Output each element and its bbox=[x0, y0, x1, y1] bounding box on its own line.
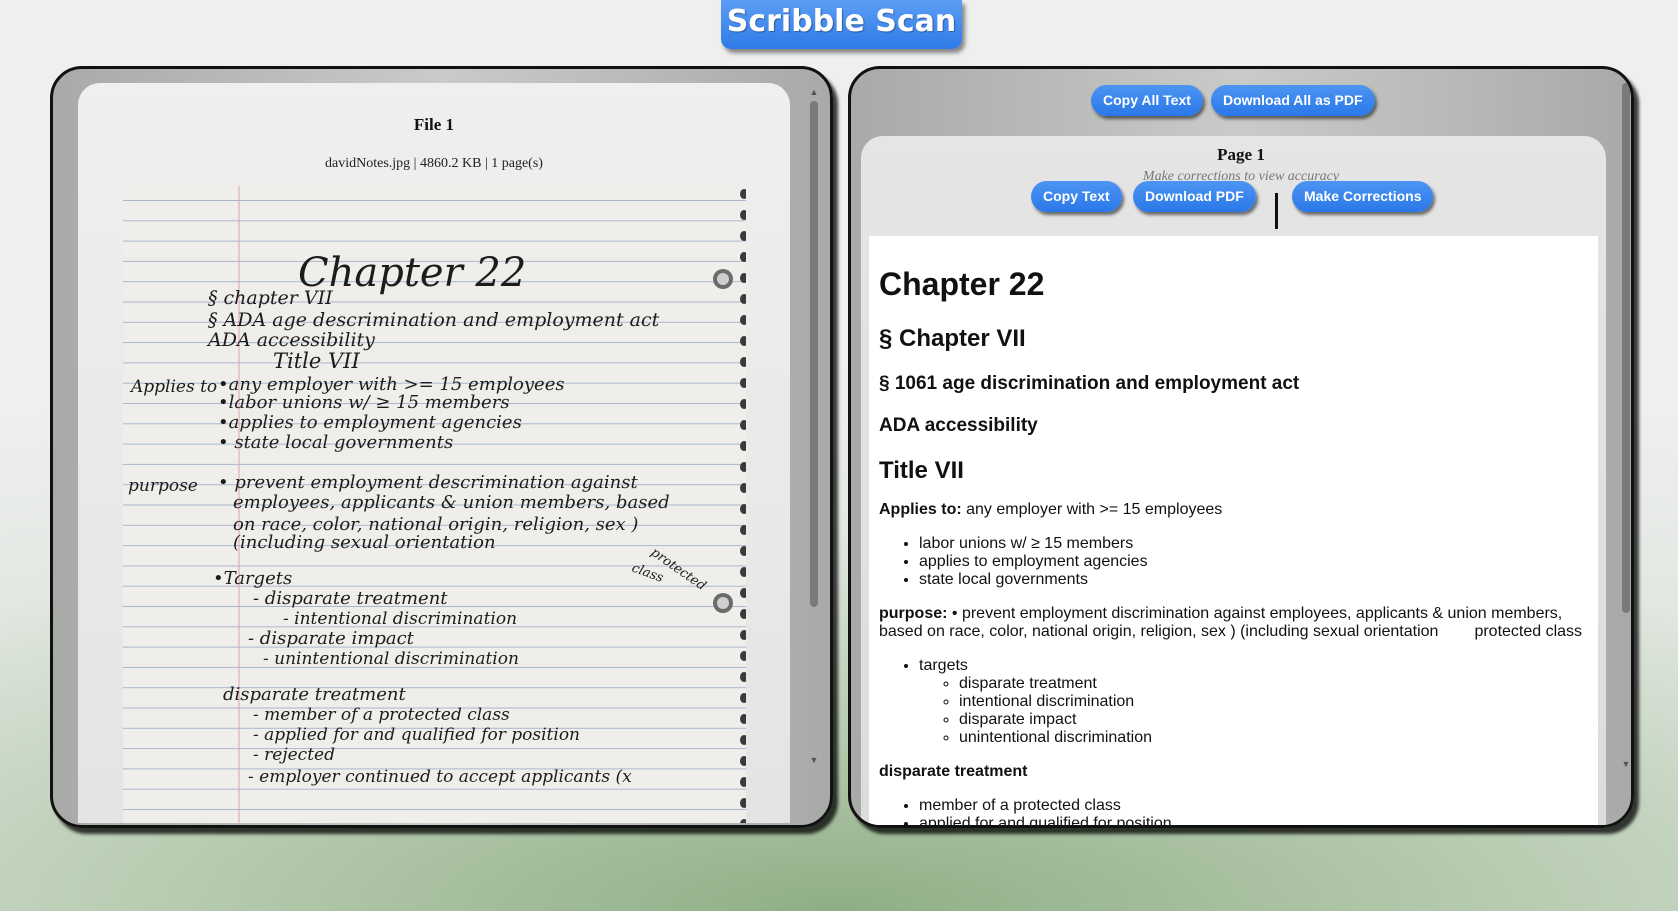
doc-heading-chapter-vii: § Chapter VII bbox=[879, 325, 1026, 352]
handwriting-line: employees, applicants & union members, b… bbox=[233, 492, 670, 513]
handwriting-line: • state local governments bbox=[218, 432, 453, 453]
file-scrollbar[interactable]: ▲ ▼ bbox=[808, 87, 820, 825]
file-meta: davidNotes.jpg | 4860.2 KB | 1 page(s) bbox=[325, 156, 543, 171]
doc-dt-heading-text: disparate treatment bbox=[879, 763, 1028, 780]
handwriting-line: § chapter VII bbox=[208, 287, 333, 309]
doc-targets-label: targets bbox=[919, 657, 968, 674]
output-scroll-thumb[interactable] bbox=[1622, 83, 1630, 613]
doc-purpose-label: purpose: bbox=[879, 605, 948, 622]
doc-purpose-text: • prevent employment discrimination agai… bbox=[879, 605, 1563, 640]
scroll-up-arrow-icon[interactable]: ▲ bbox=[808, 87, 820, 97]
doc-applies-list: labor unions w/ ≥ 15 members applies to … bbox=[919, 535, 1588, 589]
file-preview-panel: File 1 davidNotes.jpg | 4860.2 KB | 1 pa… bbox=[50, 66, 833, 828]
download-all-pdf-button[interactable]: Download All as PDF bbox=[1211, 85, 1375, 116]
list-item: unintentional discrimination bbox=[959, 729, 1588, 747]
file-card: File 1 davidNotes.jpg | 4860.2 KB | 1 pa… bbox=[78, 83, 790, 823]
handwriting-line: - intentional discrimination bbox=[283, 609, 517, 629]
make-corrections-button[interactable]: Make Corrections bbox=[1292, 181, 1434, 212]
handwriting-line: - unintentional discrimination bbox=[263, 649, 519, 669]
doc-targets-sublist: disparate treatment intentional discrimi… bbox=[959, 675, 1588, 747]
download-pdf-button[interactable]: Download PDF bbox=[1133, 181, 1256, 212]
doc-purpose-tail: protected class bbox=[1474, 623, 1583, 640]
notes-image: Chapter 22 § chapter VII § ADA age descri… bbox=[123, 186, 746, 823]
page-title: Page 1 bbox=[1217, 145, 1265, 164]
list-item: state local governments bbox=[919, 571, 1588, 589]
list-item: member of a protected class bbox=[919, 797, 1588, 815]
ocr-text-output[interactable]: Chapter 22 § Chapter VII § 1061 age disc… bbox=[869, 236, 1598, 825]
handwriting-line: •applies to employment agencies bbox=[218, 412, 522, 433]
handwriting-line: (including sexual orientation bbox=[233, 532, 496, 553]
doc-heading-1061: § 1061 age discrimination and employment… bbox=[879, 373, 1300, 394]
doc-heading-title-vii: Title VII bbox=[879, 457, 964, 484]
file-title: File 1 bbox=[413, 115, 455, 134]
copy-text-button[interactable]: Copy Text bbox=[1031, 181, 1122, 212]
list-item: targets disparate treatment intentional … bbox=[919, 657, 1588, 747]
handwriting-line: - rejected bbox=[253, 745, 335, 765]
scroll-down-arrow-icon[interactable]: ▼ bbox=[808, 755, 820, 765]
handwriting-line: disparate treatment bbox=[223, 684, 406, 705]
doc-purpose-paragraph: purpose: • prevent employment discrimina… bbox=[879, 605, 1588, 641]
copy-all-text-button[interactable]: Copy All Text bbox=[1091, 85, 1203, 116]
doc-applies-label: Applies to: bbox=[879, 501, 962, 518]
doc-applies-paragraph: Applies to: any employer with >= 15 empl… bbox=[879, 501, 1588, 519]
handwriting-line: - employer continued to accept applicant… bbox=[248, 767, 632, 787]
handwriting-margin-purpose: purpose bbox=[128, 476, 198, 496]
handwriting-margin-applies: Applies to bbox=[129, 377, 217, 397]
handwriting-line: - applied for and qualified for position bbox=[253, 725, 580, 745]
handwriting-line: - disparate treatment bbox=[253, 588, 448, 609]
doc-heading-chapter: Chapter 22 bbox=[879, 266, 1045, 302]
handwriting-line: •Targets bbox=[213, 568, 292, 589]
handwriting-line: - disparate impact bbox=[248, 628, 415, 649]
doc-dt-list: member of a protected class applied for … bbox=[919, 797, 1588, 825]
scroll-up-arrow-icon[interactable]: ▲ bbox=[1620, 69, 1631, 79]
doc-dt-heading: disparate treatment bbox=[879, 763, 1588, 781]
list-item: applies to employment agencies bbox=[919, 553, 1588, 571]
handwriting-line: - member of a protected class bbox=[253, 705, 510, 725]
file-scroll-thumb[interactable] bbox=[810, 101, 818, 607]
output-scrollbar[interactable]: ▲ ▼ bbox=[1620, 69, 1631, 825]
handwriting-line: •labor unions w/ ≥ 15 members bbox=[218, 392, 510, 413]
doc-heading-ada: ADA accessibility bbox=[879, 415, 1038, 436]
handwriting-line: ADA accessibility bbox=[206, 329, 375, 351]
handwriting-line: § ADA age descrimination and employment … bbox=[208, 309, 660, 331]
scroll-down-arrow-icon[interactable]: ▼ bbox=[1620, 759, 1631, 769]
list-item: disparate impact bbox=[959, 711, 1588, 729]
doc-targets-list: targets disparate treatment intentional … bbox=[919, 657, 1588, 747]
handwriting-line: Title VII bbox=[273, 349, 360, 373]
ocr-output-panel: Copy All Text Download All as PDF Page 1… bbox=[848, 66, 1634, 828]
list-item: intentional discrimination bbox=[959, 693, 1588, 711]
doc-applies-text: any employer with >= 15 employees bbox=[961, 501, 1223, 518]
list-item: disparate treatment bbox=[959, 675, 1588, 693]
handwriting-line: • prevent employment descrimination agai… bbox=[218, 472, 638, 493]
list-item: applied for and qualified for position bbox=[919, 815, 1588, 825]
list-item: labor unions w/ ≥ 15 members bbox=[919, 535, 1588, 553]
button-divider bbox=[1275, 193, 1278, 229]
app-title: Scribble Scan bbox=[721, 0, 962, 49]
